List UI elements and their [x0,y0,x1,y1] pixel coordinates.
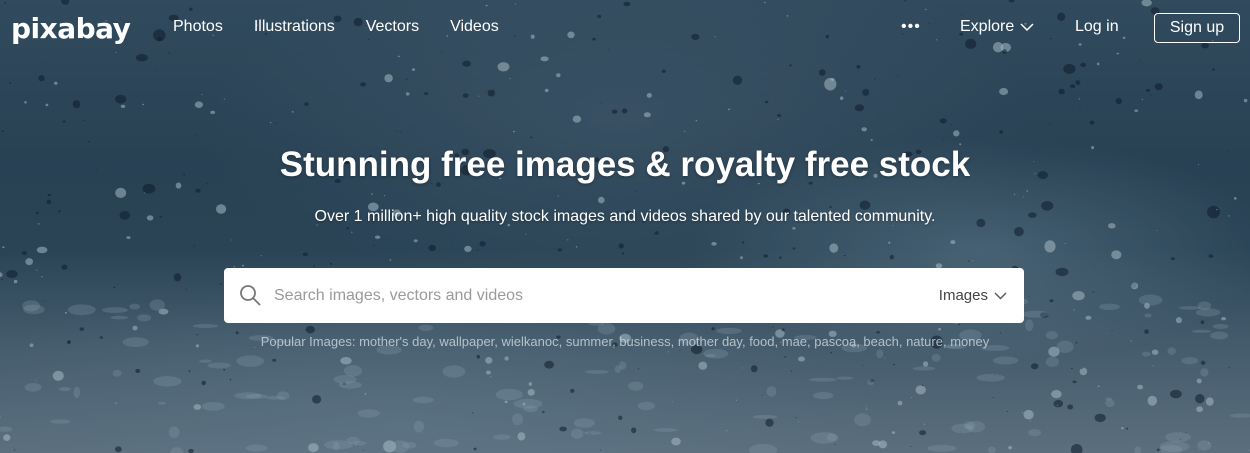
top-navigation: pixabay Photos Illustrations Vectors Vid… [0,0,1250,58]
explore-menu[interactable]: Explore [960,18,1034,36]
popular-label: Popular Images: [260,334,356,349]
nav-links: Photos Illustrations Vectors Videos [173,18,530,36]
search-type-label: Images [938,287,988,304]
popular-term[interactable]: wallpaper [439,334,494,349]
search-input[interactable] [274,278,914,313]
popular-term[interactable]: mother's day [359,334,432,349]
explore-label: Explore [960,18,1015,35]
nav-link-videos[interactable]: Videos [450,18,499,36]
popular-term[interactable]: mae [782,334,807,349]
popular-term[interactable]: wielkanoc [502,334,559,349]
login-link[interactable]: Log in [1075,18,1119,36]
hero-overlay [0,0,1250,453]
popular-term[interactable]: money [950,334,989,349]
popular-term[interactable]: nature [906,334,943,349]
popular-term[interactable]: pascoa [814,334,856,349]
nav-link-illustrations[interactable]: Illustrations [254,18,335,36]
signup-button[interactable]: Sign up [1154,13,1240,43]
signup-label: Sign up [1169,19,1225,36]
search-bar: Images [224,268,1024,323]
chevron-down-icon [1020,22,1034,31]
nav-link-vectors[interactable]: Vectors [366,18,419,36]
chevron-down-icon [994,292,1007,299]
nav-link-photos[interactable]: Photos [173,18,223,36]
popular-term[interactable]: mother day [678,334,742,349]
popular-term[interactable]: beach [863,334,898,349]
popular-term[interactable]: food [749,334,774,349]
pixabay-logo[interactable]: pixabay [11,12,131,45]
search-type-select[interactable]: Images [939,287,1007,304]
popular-term[interactable]: business [619,334,670,349]
more-dots-icon[interactable]: ••• [901,18,921,36]
hero-subtitle: Over 1 million+ high quality stock image… [314,208,936,225]
search-icon[interactable] [239,284,261,306]
popular-searches: Popular Images: mother's day, wallpaper,… [260,334,990,349]
popular-term[interactable]: summer [566,334,612,349]
hero-title: Stunning free images & royalty free stoc… [279,145,971,184]
